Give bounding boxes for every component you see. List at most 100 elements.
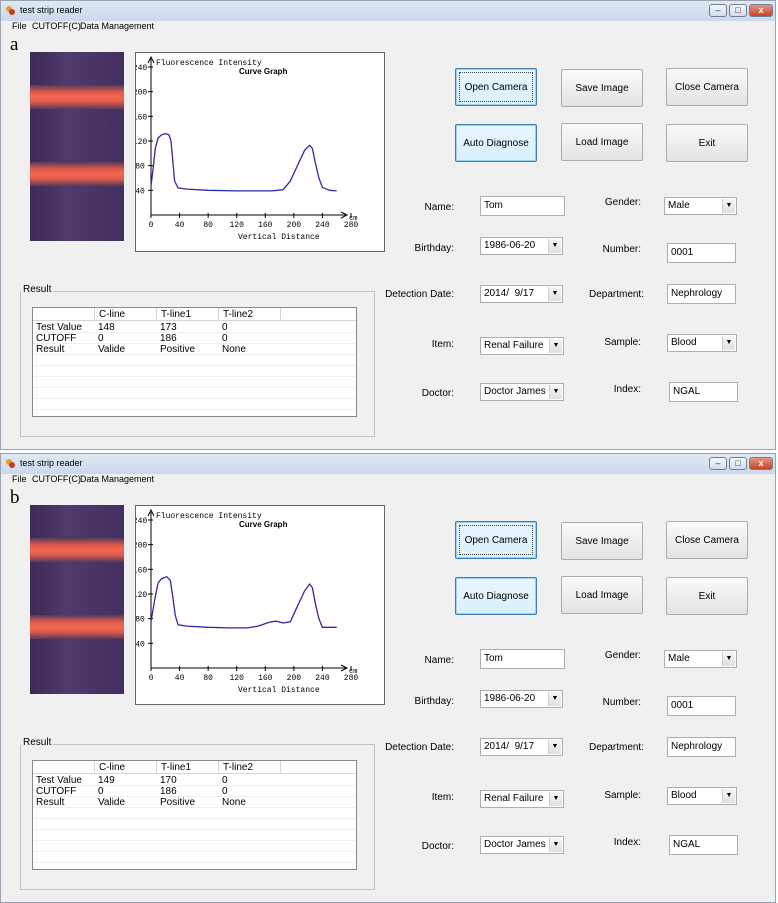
grid-line (33, 409, 356, 410)
fluorescence-curve (150, 575, 337, 629)
title-bar: test strip reader – □ x (1, 454, 775, 474)
menu-cutoff[interactable]: CUTOFF(C) (32, 474, 81, 484)
table-cell: 0 (222, 333, 228, 344)
gender-select[interactable]: Male ▼ (664, 650, 737, 668)
index-field[interactable]: NGAL (669, 835, 738, 855)
index-field[interactable]: NGAL (669, 382, 738, 402)
chevron-down-icon[interactable]: ▼ (549, 339, 562, 353)
item-select[interactable]: Renal Failure ▼ (480, 790, 564, 808)
y-tick-label: 80 (136, 163, 145, 172)
x-tick-label: 160 (258, 221, 273, 230)
close-camera-button[interactable]: Close Camera (666, 68, 748, 106)
grid-line (33, 862, 356, 863)
gender-select[interactable]: Male ▼ (664, 197, 737, 215)
menu-data-management[interactable]: Data Management (80, 21, 154, 31)
menu-file[interactable]: File (12, 474, 27, 484)
x-tick-label: 120 (230, 221, 245, 230)
table-cell: 0 (222, 786, 228, 797)
chevron-down-icon[interactable]: ▼ (548, 239, 561, 253)
number-label: Number: (602, 697, 641, 708)
result-grid[interactable]: C-line T-line1 T-line2 Test Value 148 173 0… (32, 307, 357, 417)
auto-diagnose-button[interactable]: Auto Diagnose (455, 124, 537, 162)
chevron-down-icon[interactable]: ▼ (722, 652, 735, 666)
result-grid[interactable]: C-line T-line1 T-line2 Test Value 149 170 0… (32, 760, 357, 870)
save-image-button[interactable]: Save Image (561, 69, 643, 107)
chevron-down-icon[interactable]: ▼ (722, 199, 735, 213)
chevron-down-icon[interactable]: ▼ (722, 336, 735, 350)
doctor-select[interactable]: Doctor James ▼ (480, 383, 564, 401)
chevron-down-icon[interactable]: ▼ (549, 385, 562, 399)
close-camera-button[interactable]: Close Camera (666, 521, 748, 559)
curve-graph: 240200160120804004080120160200240280 Flu… (135, 52, 385, 252)
close-window-button[interactable]: x (749, 4, 773, 17)
name-label: Name: (424, 655, 454, 666)
result-title: Result (21, 737, 54, 748)
curve-graph-svg: 240200160120804004080120160200240280 Flu… (136, 508, 358, 695)
table-cell: 149 (98, 775, 115, 786)
open-camera-button[interactable]: Open Camera (455, 521, 537, 559)
close-camera-label[interactable]: Close Camera (675, 535, 739, 546)
save-image-button[interactable]: Save Image (561, 522, 643, 560)
table-cell: Result (36, 797, 65, 808)
doctor-select[interactable]: Doctor James ▼ (480, 836, 564, 854)
menu-bar: File CUTOFF(C) Data Management (1, 21, 775, 32)
control-line-band (30, 85, 124, 109)
chevron-down-icon[interactable]: ▼ (548, 740, 561, 754)
item-select[interactable]: Renal Failure ▼ (480, 337, 564, 355)
x-tick-label: 80 (203, 221, 213, 230)
doctor-label: Doctor: (421, 841, 454, 852)
department-field[interactable]: Nephrology (667, 737, 736, 757)
menu-cutoff[interactable]: CUTOFF(C) (32, 21, 81, 31)
y-tick-label: 80 (136, 616, 145, 625)
department-field[interactable]: Nephrology (667, 284, 736, 304)
sample-select[interactable]: Blood ▼ (667, 787, 737, 805)
grid-header (33, 308, 95, 321)
load-image-button[interactable]: Load Image (561, 123, 643, 161)
chevron-down-icon[interactable]: ▼ (722, 789, 735, 803)
maximize-button[interactable]: □ (729, 4, 747, 17)
number-field[interactable]: 0001 (667, 243, 736, 263)
close-window-button[interactable]: x (749, 457, 773, 470)
open-camera-button[interactable]: Open Camera (455, 68, 537, 106)
grid-header-t-line1: T-line1 (157, 308, 219, 321)
curve-graph-svg: 240200160120804004080120160200240280 Flu… (136, 55, 358, 242)
detection-date-label: Detection Date: (385, 742, 454, 753)
exit-button[interactable]: Exit (666, 577, 748, 615)
y-tick-label: 240 (136, 64, 147, 73)
auto-diagnose-button[interactable]: Auto Diagnose (455, 577, 537, 615)
minimize-button[interactable]: – (709, 4, 727, 17)
birthday-picker[interactable]: 1986-06-20 ▼ (480, 237, 563, 255)
birthday-picker[interactable]: 1986-06-20 ▼ (480, 690, 563, 708)
maximize-button[interactable]: □ (729, 457, 747, 470)
menu-data-management[interactable]: Data Management (80, 474, 154, 484)
x-tick-label: 240 (315, 674, 330, 683)
x-axis-unit: cm (349, 668, 357, 676)
minimize-button[interactable]: – (709, 457, 727, 470)
chevron-down-icon[interactable]: ▼ (549, 792, 562, 806)
number-field[interactable]: 0001 (667, 696, 736, 716)
x-tick-label: 120 (230, 674, 245, 683)
table-cell: 0 (98, 786, 104, 797)
chevron-down-icon[interactable]: ▼ (548, 287, 561, 301)
grid-header (281, 308, 356, 321)
grid-header (281, 761, 356, 774)
close-camera-label[interactable]: Close Camera (675, 82, 739, 93)
name-field[interactable]: Tom (480, 196, 565, 216)
grid-header-t-line2: T-line2 (219, 308, 281, 321)
sample-select[interactable]: Blood ▼ (667, 334, 737, 352)
auto-diagnose-label: Auto Diagnose (463, 590, 529, 602)
table-cell: Result (36, 344, 65, 355)
load-image-button[interactable]: Load Image (561, 576, 643, 614)
grid-line (33, 840, 356, 841)
chevron-down-icon[interactable]: ▼ (549, 838, 562, 852)
exit-button[interactable]: Exit (666, 124, 748, 162)
exit-label: Exit (698, 590, 716, 602)
name-field[interactable]: Tom (480, 649, 565, 669)
detection-date-picker[interactable]: 2014/ 9/17 ▼ (480, 285, 563, 303)
exit-label: Exit (698, 137, 716, 149)
chevron-down-icon[interactable]: ▼ (548, 692, 561, 706)
gender-label: Gender: (604, 197, 641, 208)
detection-date-picker[interactable]: 2014/ 9/17 ▼ (480, 738, 563, 756)
menu-file[interactable]: File (12, 21, 27, 31)
y-tick-label: 200 (136, 89, 147, 98)
